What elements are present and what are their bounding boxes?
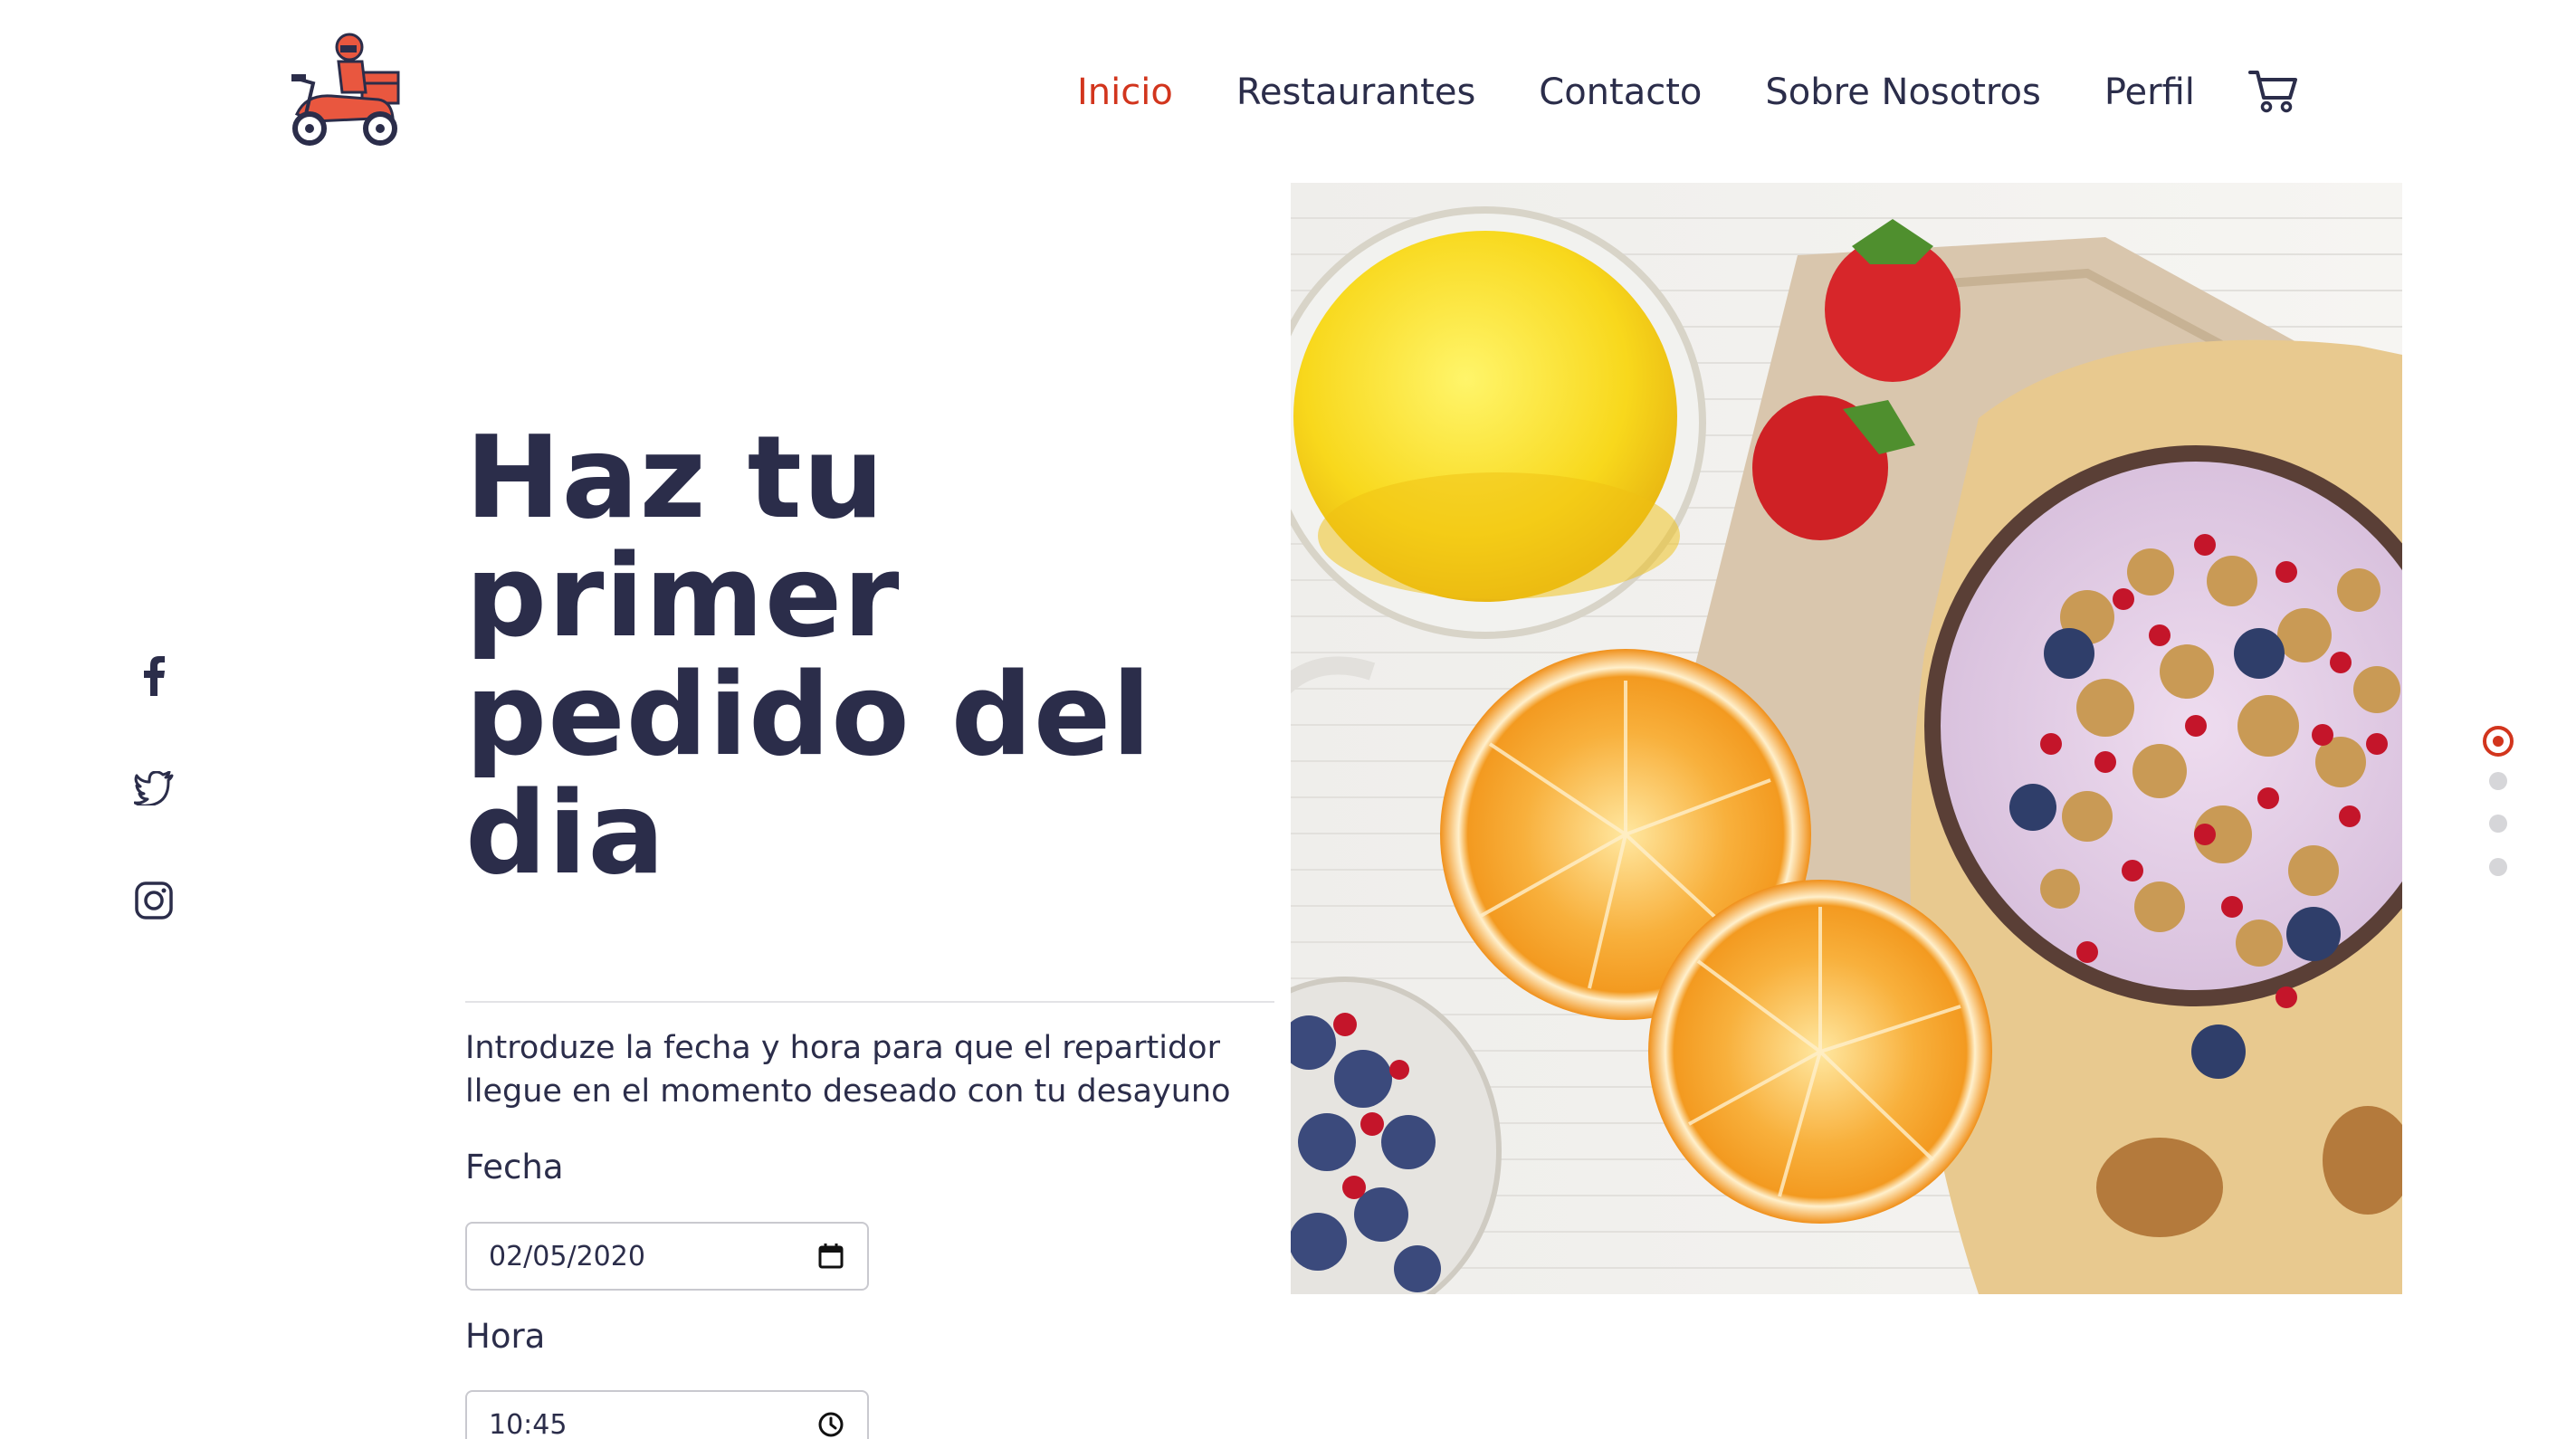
main-nav: Inicio Restaurantes Contacto Sobre Nosot…	[1077, 56, 2258, 129]
intro-line: llegue en el momento deseado con tu desa…	[465, 1073, 1231, 1110]
hero-title-line: primer	[465, 529, 901, 662]
hero-title-line: dia	[465, 767, 666, 900]
shopping-cart-icon[interactable]	[2248, 69, 2299, 114]
hero-title: Haz tu primer pedido del dia	[465, 418, 1153, 892]
facebook-icon[interactable]	[131, 653, 177, 699]
intro-line: Introduze la fecha y hora para que el re…	[465, 1030, 1220, 1066]
nav-inicio-link[interactable]: Inicio	[1077, 71, 1173, 113]
hero-title-line: pedido del	[465, 648, 1152, 781]
time-input[interactable]: 10:45	[465, 1390, 869, 1439]
carousel-dot-4[interactable]	[2489, 858, 2507, 876]
twitter-icon[interactable]	[131, 766, 177, 811]
time-input-value: 10:45	[489, 1408, 568, 1439]
nav-contacto-link[interactable]: Contacto	[1539, 71, 1702, 113]
date-label: Fecha	[465, 1148, 564, 1186]
nav-perfil-link[interactable]: Perfil	[2104, 71, 2195, 113]
breakfast-photo	[1291, 183, 2402, 1294]
section-divider	[465, 1001, 1274, 1003]
date-input-value: 02/05/2020	[489, 1240, 645, 1272]
nav-sobre-nosotros-link[interactable]: Sobre Nosotros	[1765, 71, 2040, 113]
date-input[interactable]: 02/05/2020	[465, 1222, 869, 1291]
carousel-dot-2[interactable]	[2489, 772, 2507, 790]
calendar-icon[interactable]	[816, 1242, 845, 1271]
logo-delivery-scooter-icon[interactable]	[279, 27, 405, 154]
instagram-icon[interactable]	[131, 878, 177, 923]
time-label: Hora	[465, 1317, 546, 1356]
carousel-dot-3[interactable]	[2489, 815, 2507, 833]
hero-title-line: Haz tu	[465, 411, 885, 544]
nav-restaurantes-link[interactable]: Restaurantes	[1236, 71, 1475, 113]
carousel-dot-1[interactable]	[2483, 726, 2514, 757]
clock-icon[interactable]	[816, 1410, 845, 1439]
intro-text: Introduze la fecha y hora para que el re…	[465, 1026, 1280, 1113]
